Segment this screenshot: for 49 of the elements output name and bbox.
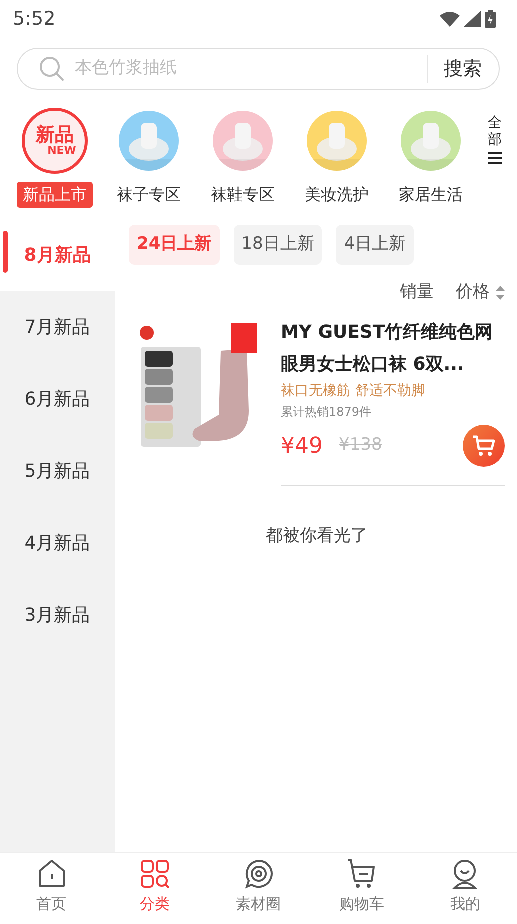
product-title[interactable]: MY GUEST竹纤维纯色网眼男女士松口袜 6双... (281, 317, 505, 381)
signal-icon (464, 11, 481, 27)
month-tab[interactable]: 7月新品 (0, 291, 115, 363)
product-price: ¥49 (281, 432, 323, 460)
home-icon (36, 859, 67, 889)
search-icon (39, 56, 65, 82)
sort-button[interactable]: 销量 (400, 280, 434, 306)
product-tagline: 袜口无橡筋 舒适不勒脚 (281, 382, 426, 401)
tab-bar-item[interactable]: 我的 (414, 853, 517, 924)
end-of-list-text: 都被你看光了 (265, 525, 369, 548)
tab-bar-item[interactable]: 素材圈 (206, 853, 310, 924)
category-label: 袜子专区 (117, 184, 181, 206)
logo-text: 新品 (36, 126, 74, 145)
category-item[interactable]: 美妆洗护 (290, 108, 384, 208)
category-icon (140, 859, 170, 889)
tab-bar-item[interactable]: 分类 (103, 853, 207, 924)
battery-icon (485, 10, 496, 28)
wifi-icon (440, 11, 460, 27)
tab-bar-item[interactable]: 购物车 (310, 853, 414, 924)
search-field[interactable]: 本色竹浆抽纸 搜索 (17, 48, 500, 90)
month-tab[interactable]: 6月新品 (0, 363, 115, 435)
category-label: 美妆洗护 (305, 184, 369, 206)
status-time: 5:52 (13, 6, 56, 32)
add-to-cart-button[interactable] (463, 425, 505, 467)
month-tab[interactable]: 5月新品 (0, 435, 115, 507)
month-tab[interactable]: 8月新品 (0, 219, 115, 291)
sales-count: 累计热销1879件 (281, 404, 373, 421)
month-tab[interactable]: 3月新品 (0, 579, 115, 651)
search-button[interactable]: 搜索 (444, 54, 482, 84)
category-item[interactable]: 袜鞋专区 (196, 108, 290, 208)
date-tab[interactable]: 18日上新 (234, 225, 322, 265)
category-label: 家居生活 (399, 184, 463, 206)
sort-button[interactable]: 价格 (456, 280, 505, 306)
cart-icon (472, 435, 496, 457)
category-item[interactable]: 袜子专区 (102, 108, 196, 208)
tab-bar-item[interactable]: 首页 (0, 853, 104, 924)
original-price: ¥138 (339, 434, 382, 458)
month-tab[interactable]: 4月新品 (0, 507, 115, 579)
category-item[interactable]: 新品 NEW 新品上市 (8, 108, 102, 208)
chat-bubble-icon (244, 859, 274, 889)
date-tab[interactable]: 4日上新 (336, 225, 414, 265)
category-item[interactable]: 家居生活 (384, 108, 478, 208)
all-categories-button[interactable]: 全部 (483, 115, 507, 199)
logo-text: NEW (48, 145, 76, 156)
sort-icon (496, 286, 505, 300)
menu-icon (487, 150, 503, 165)
category-label: 袜鞋专区 (211, 184, 275, 206)
category-label: 新品上市 (17, 182, 93, 208)
cart-icon (346, 859, 377, 889)
